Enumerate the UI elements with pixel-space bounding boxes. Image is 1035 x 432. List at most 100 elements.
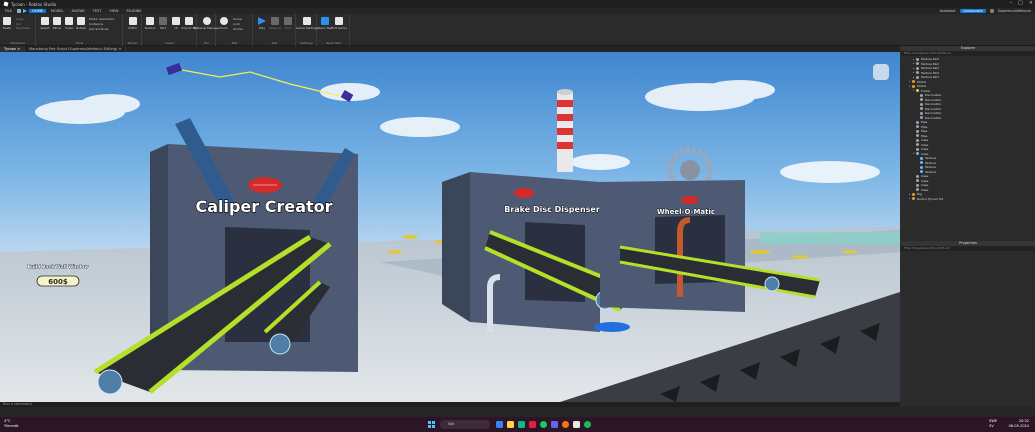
anchor-button[interactable]: Anchor xyxy=(233,27,244,32)
save-icon[interactable] xyxy=(17,9,22,13)
scale-button[interactable]: Scale xyxy=(63,17,75,30)
windows-taskbar: 4°C Ylimmät Sök SWE SV 20:32 06-05-2024 xyxy=(0,417,1035,432)
spotify-icon[interactable] xyxy=(584,421,591,428)
part-icon xyxy=(916,66,919,70)
3d-viewport[interactable]: Caliper Creator Build Back Wall Window 6… xyxy=(0,52,900,402)
close-button[interactable]: × xyxy=(1029,0,1033,6)
menu-tab-model[interactable]: MODEL xyxy=(48,9,67,13)
texture-icon xyxy=(920,161,923,165)
clock[interactable]: 20:32 06-05-2024 xyxy=(1009,419,1029,429)
explorer-panel: Explorer Filter workspace (Ctrl+Shift+X)… xyxy=(901,46,1035,241)
minimize-button[interactable]: – xyxy=(1010,0,1013,6)
select-button[interactable]: Select xyxy=(39,17,51,30)
chrome-icon[interactable] xyxy=(540,421,547,428)
cursor-icon xyxy=(41,17,49,25)
explorer-item-label: Case xyxy=(921,174,929,179)
stop-button[interactable]: Stop xyxy=(282,17,294,30)
menu-tab-plugins[interactable]: PLUGINS xyxy=(123,9,144,13)
part-icon xyxy=(920,111,923,115)
team-test-icon xyxy=(321,17,329,25)
scene-render[interactable]: Caliper Creator Build Back Wall Window 6… xyxy=(0,52,900,402)
menu-tab-avatar[interactable]: AVATAR xyxy=(68,9,87,13)
part-icon xyxy=(920,107,923,111)
game-settings-button[interactable]: Game Settings xyxy=(296,17,318,30)
folder-icon[interactable] xyxy=(507,421,514,428)
collaborate-button[interactable]: Collaborate xyxy=(959,9,986,13)
part-icon xyxy=(916,57,919,61)
texture-icon xyxy=(920,165,923,169)
file-explorer-icon[interactable] xyxy=(496,421,503,428)
part-icon xyxy=(916,62,919,66)
part-icon xyxy=(920,116,923,120)
tools-group: Select Move Scale Rotate Mode: Geometric… xyxy=(37,14,123,46)
play-quick-icon[interactable] xyxy=(23,9,28,13)
terrain-icon xyxy=(129,17,137,25)
explorer-item-label: Decoration xyxy=(925,111,942,116)
part-icon xyxy=(916,147,919,151)
assistant-button[interactable]: Assistant xyxy=(940,9,956,13)
gear-icon xyxy=(303,17,311,25)
part-icon xyxy=(916,174,919,178)
part-button[interactable]: Part xyxy=(157,17,169,30)
paste-icon xyxy=(3,17,11,25)
team-test-group: Team Test Exit Game Team Test xyxy=(318,14,350,46)
close-tab-icon[interactable]: × xyxy=(17,47,20,51)
ui-icon xyxy=(172,17,180,25)
join-surfaces-toggle[interactable]: Join Surfaces xyxy=(89,27,115,32)
resume-button[interactable]: Resume xyxy=(269,17,281,30)
explorer-item-label: Rig xyxy=(917,192,922,197)
title-bar: Tycoon - Roblox Studio – □ × xyxy=(0,0,1035,8)
notifications-icon[interactable] xyxy=(989,9,994,13)
rotate-button[interactable]: Rotate xyxy=(75,17,87,30)
ui-button[interactable]: UI xyxy=(170,17,182,30)
discord-icon[interactable] xyxy=(551,421,558,428)
menu-tab-test[interactable]: TEST xyxy=(90,9,105,13)
properties-filter-input[interactable]: Filter Properties (Ctrl+Shift+P) xyxy=(901,246,1035,251)
language-indicator[interactable]: SWE SV xyxy=(989,419,997,429)
insert-group: Toolbox Part UI Import 3D Insert xyxy=(143,14,197,46)
mode-select[interactable]: Geometric xyxy=(99,17,115,21)
windows-start-icon[interactable] xyxy=(428,421,435,428)
mode-label: Mode: xyxy=(89,17,99,21)
duplicate-button[interactable]: Duplicate xyxy=(16,26,30,31)
resume-icon xyxy=(271,17,279,25)
explorer-item-label: Folder xyxy=(921,88,931,93)
explorer-item-label: Case xyxy=(921,183,929,188)
part-icon xyxy=(916,134,919,138)
explorer-item-label: Decoration xyxy=(925,115,942,120)
explorer-item-label: Pipe xyxy=(921,129,928,134)
play-button[interactable]: Play xyxy=(256,17,268,30)
explorer-item-label: Pipe xyxy=(921,133,928,138)
user-name[interactable]: Supermucbfeitonlu xyxy=(998,9,1031,13)
exit-icon xyxy=(335,17,343,25)
wheel-o-matic-label: Wheel-O-Matic xyxy=(657,208,715,216)
app-icon[interactable] xyxy=(529,421,536,428)
edge-icon[interactable] xyxy=(518,421,525,428)
weather-widget[interactable]: 4°C Ylimmät xyxy=(4,419,18,429)
material-manager-button[interactable]: Material Manager xyxy=(194,17,220,30)
roblox-studio-taskbar-icon[interactable] xyxy=(573,421,580,428)
terrain-editor-button[interactable]: Editor xyxy=(127,17,139,30)
properties-panel: Properties Filter Properties (Ctrl+Shift… xyxy=(901,241,1035,402)
test-group: Play Resume Stop Test xyxy=(254,14,296,46)
maximize-button[interactable]: □ xyxy=(1018,0,1023,6)
move-button[interactable]: Move xyxy=(51,17,63,30)
taskbar-search[interactable]: Sök xyxy=(440,420,490,429)
menu-tab-home[interactable]: HOME xyxy=(29,9,46,13)
explorer-item-label: Texture Part xyxy=(921,66,939,71)
explorer-item-label: Decoration xyxy=(925,97,942,102)
terrain-group: Editor Terrain xyxy=(124,14,142,46)
view-cube[interactable] xyxy=(873,64,889,80)
color-button[interactable]: Color xyxy=(218,17,230,30)
firefox-icon[interactable] xyxy=(562,421,569,428)
paste-button[interactable]: Paste xyxy=(1,17,13,30)
toolbox-button[interactable]: Toolbox xyxy=(144,17,156,30)
explorer-item[interactable]: ▸ Rodo's Tycoon Kit xyxy=(901,197,1035,202)
menu-file[interactable]: FILE xyxy=(2,9,15,13)
menu-tab-view[interactable]: VIEW xyxy=(106,9,121,13)
team-test-button[interactable]: Team Test xyxy=(318,17,332,30)
close-tab-icon[interactable]: × xyxy=(119,47,122,51)
explorer-item-label: Decoration xyxy=(925,93,942,98)
explorer-item-label: Pipe xyxy=(921,120,928,125)
exit-game-button[interactable]: Exit Game xyxy=(331,17,347,30)
